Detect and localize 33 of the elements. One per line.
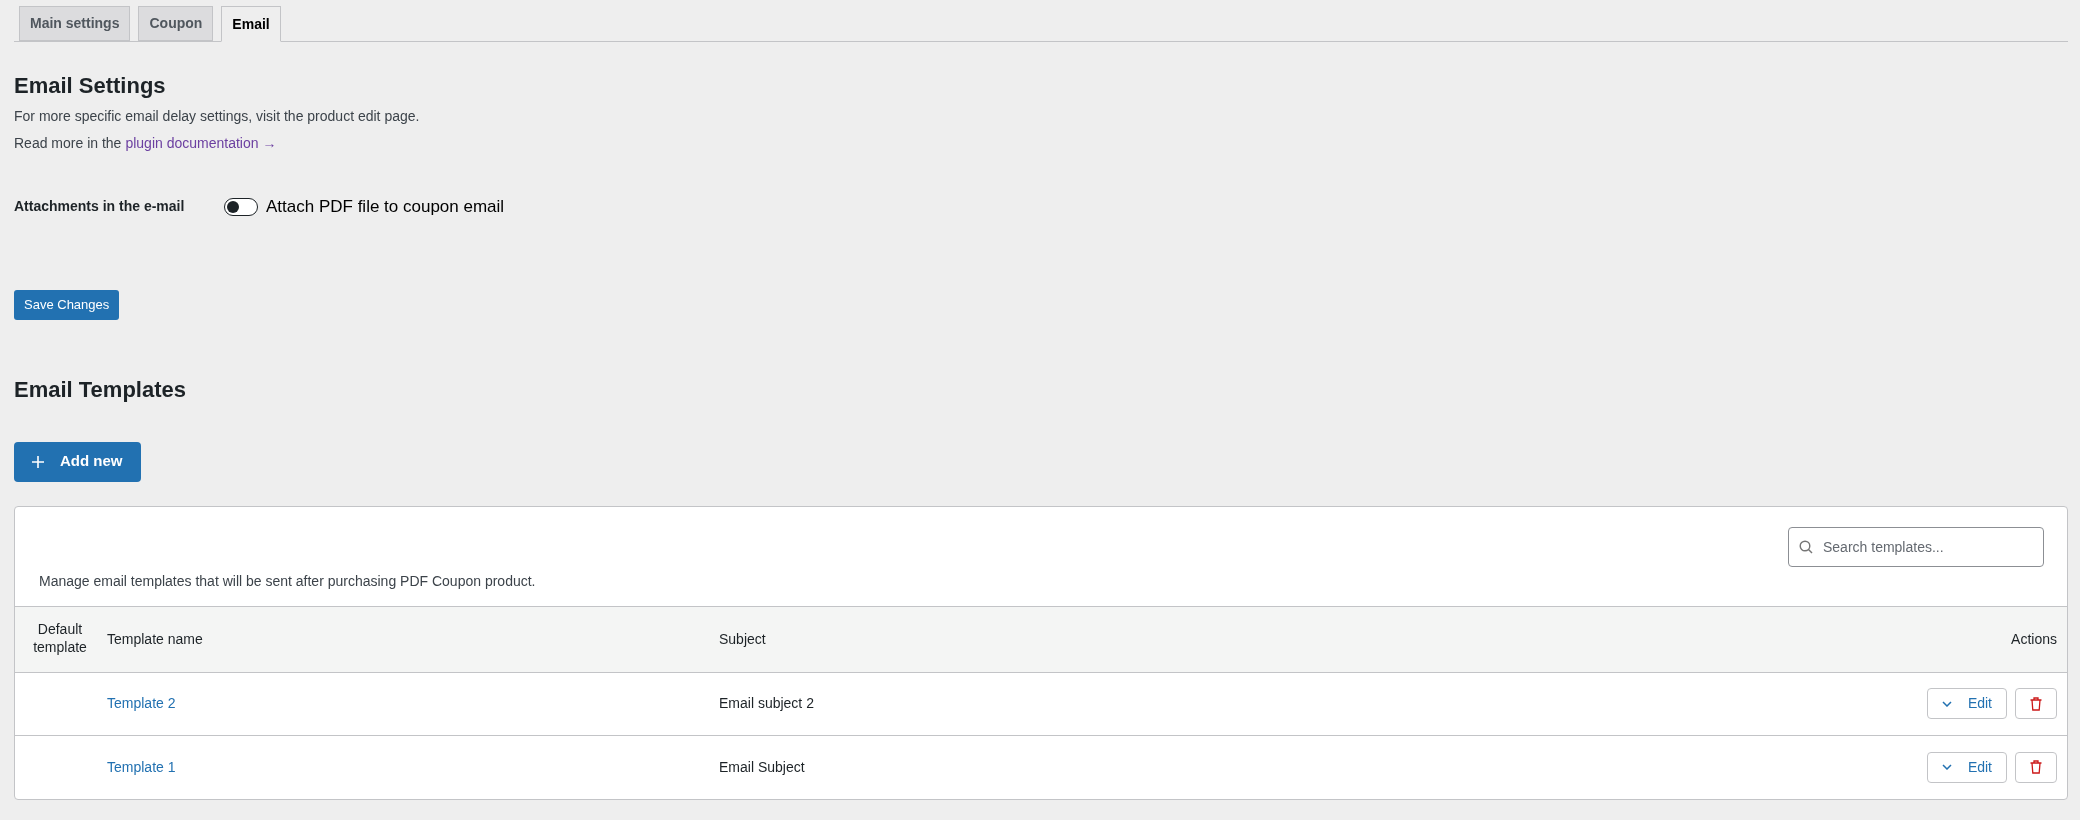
- field-label: Attachments in the e-mail: [14, 197, 186, 217]
- description-text: For more specific email delay settings, visit the product edit page.: [14, 107, 421, 126]
- read-more-text: Read more in the: [14, 134, 122, 153]
- toggle-switch[interactable]: [224, 197, 258, 216]
- chevron-down-icon: [1941, 700, 1952, 707]
- column-header: Subject: [719, 630, 766, 647]
- trash-icon: [2030, 696, 2042, 711]
- documentation-link[interactable]: plugin documentation →: [125, 133, 277, 154]
- column-header: Template name: [107, 630, 203, 647]
- tab[interactable]: Main settings: [19, 6, 131, 41]
- trash-icon: [2030, 760, 2042, 774]
- chevron-down-icon: [1941, 764, 1952, 770]
- section-heading: Email Templates: [14, 375, 187, 404]
- section-heading: Email Settings: [14, 72, 167, 100]
- search-icon: [1799, 539, 1813, 554]
- add-new-button[interactable]: Add new: [14, 441, 141, 482]
- template-link[interactable]: Template 1: [107, 758, 176, 775]
- tab[interactable]: Coupon: [138, 6, 214, 41]
- column-header: Actions: [2011, 630, 2057, 647]
- subject-text: Email subject 2: [719, 695, 814, 711]
- delete-button[interactable]: [2015, 751, 2057, 783]
- subject-text: Email Subject: [719, 758, 805, 775]
- search-field[interactable]: Search templates...: [1788, 526, 2044, 567]
- toggle-label: Attach PDF file to coupon email: [266, 196, 505, 218]
- column-header: Default template: [32, 620, 88, 656]
- edit-button[interactable]: Edit: [1926, 688, 2007, 719]
- plus-icon: [32, 455, 44, 468]
- tab[interactable]: Email: [221, 6, 281, 42]
- description-text: Manage email templates that will be sent after purchasing PDF Coupon product.: [38, 571, 537, 591]
- save-button[interactable]: Save Changes: [14, 289, 120, 320]
- edit-button[interactable]: Edit: [1926, 751, 2007, 783]
- template-link[interactable]: Template 2: [107, 695, 176, 711]
- delete-button[interactable]: [2015, 688, 2057, 719]
